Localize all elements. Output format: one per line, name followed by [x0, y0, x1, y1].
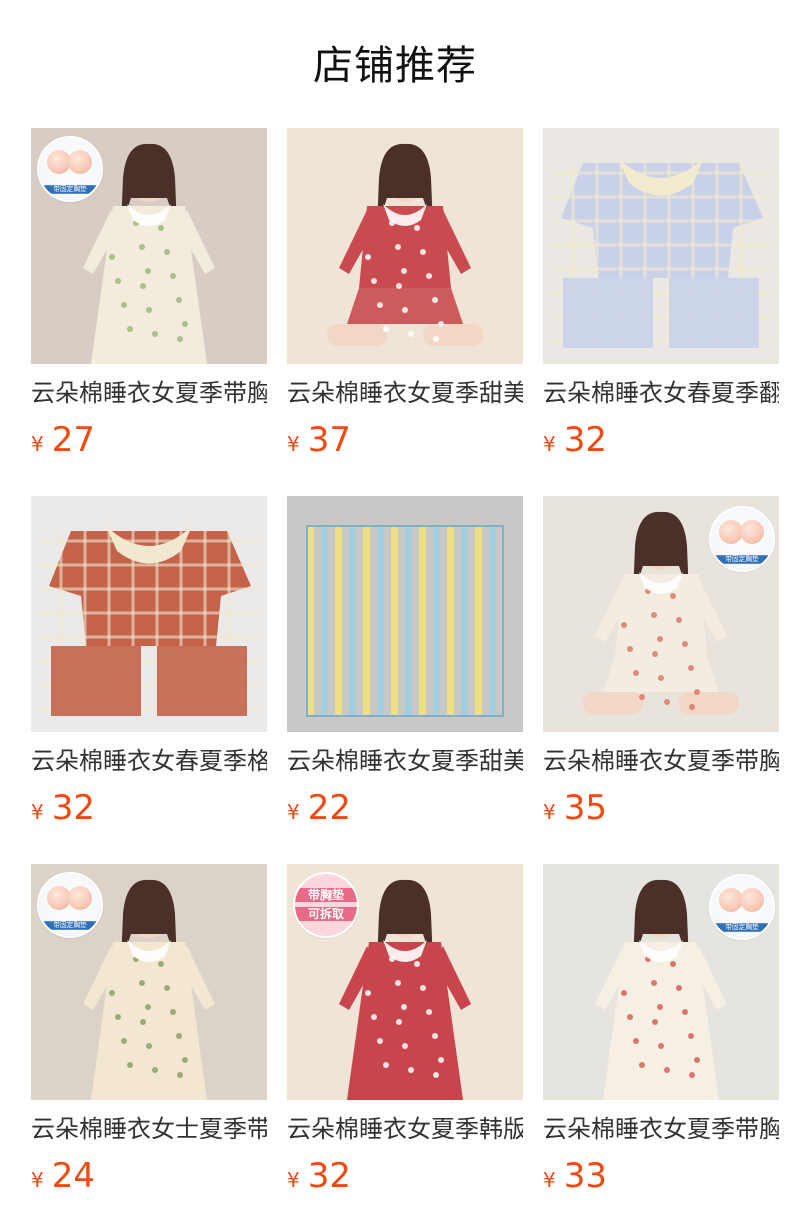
badge-label: 可拆取 [295, 907, 357, 921]
product-name[interactable]: 云朵棉睡衣女夏季甜美格子 [287, 376, 523, 410]
currency-symbol: ¥ [31, 432, 44, 456]
bra-pad-badge-icon: 带固定胸垫 [711, 876, 773, 938]
product-price: ¥32 [543, 420, 779, 460]
price-value: 35 [563, 788, 607, 828]
product-name[interactable]: 云朵棉睡衣女夏季韩版格子 [287, 1112, 523, 1146]
currency-symbol: ¥ [31, 800, 44, 824]
currency-symbol: ¥ [287, 800, 300, 824]
product-name[interactable]: 云朵棉睡衣女夏季带胸垫 [31, 376, 267, 410]
price-value: 32 [51, 788, 95, 828]
badge-label: 带固定胸垫 [40, 185, 100, 194]
product-photo-graphic [287, 496, 523, 732]
product-card[interactable]: 带固定胸垫云朵棉睡衣女士夏季带胸垫 ¥24 [31, 864, 267, 1232]
badge-label: 带固定胸垫 [40, 921, 100, 930]
product-name[interactable]: 云朵棉睡衣女夏季带胸垫 [543, 1112, 779, 1146]
product-image[interactable]: 带胸垫 可拆取 [287, 864, 523, 1100]
price-value: 27 [51, 420, 95, 460]
bra-pad-badge-icon: 带固定胸垫 [39, 874, 101, 936]
badge-label: 带固定胸垫 [712, 923, 772, 932]
product-image[interactable]: 带固定胸垫 [543, 496, 779, 732]
product-card[interactable]: 带固定胸垫云朵棉睡衣女夏季带胸垫 ¥35 [543, 496, 779, 864]
price-value: 32 [307, 1156, 351, 1196]
product-price: ¥35 [543, 788, 779, 828]
product-image[interactable]: 带固定胸垫 [31, 864, 267, 1100]
product-card[interactable]: 带胸垫可拆取云朵棉睡衣女夏季韩版格子 ¥32 [287, 864, 523, 1232]
product-card[interactable]: 云朵棉睡衣女春夏季格子 ¥32 [31, 496, 267, 864]
product-card[interactable]: 云朵棉睡衣女春夏季翻领 ¥32 [543, 128, 779, 496]
product-image[interactable] [287, 496, 523, 732]
currency-symbol: ¥ [543, 800, 556, 824]
bra-pad-badge-icon: 带固定胸垫 [711, 508, 773, 570]
page-title: 店铺推荐 [313, 43, 477, 89]
product-image[interactable] [287, 128, 523, 364]
product-card[interactable]: 带固定胸垫云朵棉睡衣女夏季带胸垫 ¥27 [31, 128, 267, 496]
removable-pad-badge-icon: 带胸垫 可拆取 [295, 874, 357, 936]
product-image[interactable]: 带固定胸垫 [31, 128, 267, 364]
product-image[interactable] [31, 496, 267, 732]
product-price: ¥32 [287, 1156, 523, 1196]
product-card[interactable]: 带固定胸垫云朵棉睡衣女夏季带胸垫 ¥33 [543, 864, 779, 1232]
product-name[interactable]: 云朵棉睡衣女夏季带胸垫 [543, 744, 779, 778]
price-value: 37 [307, 420, 351, 460]
store-recommendations-page: 店铺推荐 带固定胸垫云朵棉睡衣女夏季带胸垫¥27云朵棉睡衣女夏季甜美格子¥37云… [0, 0, 790, 1232]
currency-symbol: ¥ [543, 432, 556, 456]
product-card[interactable]: 云朵棉睡衣女夏季甜美条纹 ¥22 [287, 496, 523, 864]
currency-symbol: ¥ [287, 1168, 300, 1192]
price-value: 33 [563, 1156, 607, 1196]
price-value: 22 [307, 788, 351, 828]
price-value: 32 [563, 420, 607, 460]
product-price: ¥32 [31, 788, 267, 828]
currency-symbol: ¥ [287, 432, 300, 456]
product-price: ¥37 [287, 420, 523, 460]
product-name[interactable]: 云朵棉睡衣女士夏季带胸垫 [31, 1112, 267, 1146]
product-price: ¥22 [287, 788, 523, 828]
product-card[interactable]: 云朵棉睡衣女夏季甜美格子 ¥37 [287, 128, 523, 496]
product-name[interactable]: 云朵棉睡衣女春夏季翻领 [543, 376, 779, 410]
product-image[interactable] [543, 128, 779, 364]
currency-symbol: ¥ [31, 1168, 44, 1192]
price-value: 24 [51, 1156, 95, 1196]
product-price: ¥24 [31, 1156, 267, 1196]
product-photo-graphic [287, 128, 523, 364]
product-image[interactable]: 带固定胸垫 [543, 864, 779, 1100]
product-photo-graphic [543, 128, 779, 364]
product-price: ¥27 [31, 420, 267, 460]
product-name[interactable]: 云朵棉睡衣女夏季甜美条纹 [287, 744, 523, 778]
product-grid: 带固定胸垫云朵棉睡衣女夏季带胸垫¥27云朵棉睡衣女夏季甜美格子¥37云朵棉睡衣女… [31, 128, 781, 1232]
badge-label: 带固定胸垫 [712, 555, 772, 564]
product-price: ¥33 [543, 1156, 779, 1196]
currency-symbol: ¥ [543, 1168, 556, 1192]
bra-pad-badge-icon: 带固定胸垫 [39, 138, 101, 200]
product-photo-graphic [31, 496, 267, 732]
product-name[interactable]: 云朵棉睡衣女春夏季格子 [31, 744, 267, 778]
badge-label: 带胸垫 [295, 888, 357, 902]
